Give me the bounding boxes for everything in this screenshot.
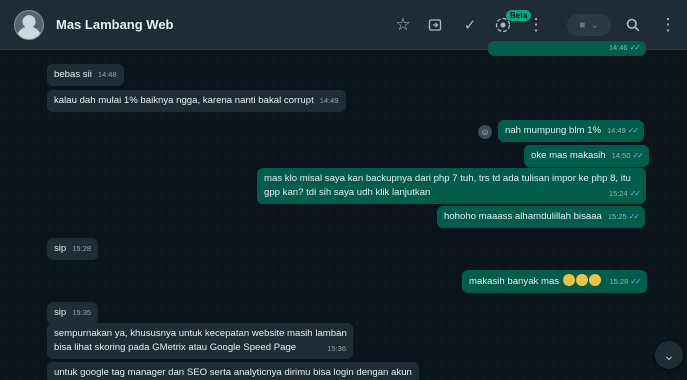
message-time: 15:36 [327,344,346,353]
read-ticks-icon: ✓✓ [629,189,641,198]
message-bubble[interactable]: makasih banyak mas 15:28 ✓✓ [462,270,647,293]
message-text: makasih banyak mas [469,276,560,287]
read-ticks-icon: ✓✓ [632,151,643,160]
message-bubble[interactable]: hohoho maaass alhamdulillah bisaaa 15:25 ✓… [437,206,646,228]
message-bubble[interactable]: sempurnakan ya, khususnya untuk kecepata… [47,323,353,359]
message-time: 15:35 [72,308,92,317]
message-bubble[interactable]: oke mas makasih 14:50 ✓✓ [524,145,649,167]
message-time: 14:46 [608,43,628,52]
video-call-icon: ■ [579,19,586,31]
message-time: 15:24 [608,189,628,198]
message-text: nah mumpung blm 1% [505,125,601,136]
grinning-emoji-icon [588,274,601,286]
message-text-line: mas klo misal saya kan backupnya dari ph… [264,173,631,184]
message-time: 14:50 [611,151,631,160]
grinning-emoji-icon [562,274,575,286]
message-text: sip [54,243,67,254]
message-time: 14:49 [319,96,339,105]
kebab-icon[interactable]: ⋮ [660,15,677,35]
message-bubble[interactable]: sip 15:35 [47,302,99,324]
read-ticks-icon: ✓✓ [628,212,640,221]
video-call-button[interactable]: ■ ⌄ [567,14,611,36]
message-meta: 15:24 ✓✓ [608,187,641,201]
message-bubble[interactable]: mas klo misal saya kan backupnya dari ph… [257,168,646,204]
message-bubble[interactable]: kalau dah mulai 1% baiknya ngga, karena … [47,90,346,112]
message-text: hohoho maaass alhamdulillah bisaaa [444,211,602,222]
chevron-down-icon: ⌄ [590,19,599,31]
read-ticks-icon: ✓✓ [627,126,639,135]
message-text: bebas sii [54,69,92,80]
message-list[interactable]: 14:46 ✓✓ bebas sii 14:48 kalau dah mulai 1… [0,41,687,380]
message-time: 15:28 [72,244,92,253]
check-icon[interactable]: ✓ [461,16,479,34]
avatar[interactable] [14,9,44,40]
read-ticks-icon: ✓✓ [630,277,641,286]
kebab-icon-wrap: ⋮ [660,0,677,50]
message-bubble[interactable]: bebas sii 14:48 [47,64,124,86]
grinning-emoji-icon [575,274,588,286]
star-icon[interactable]: ☆ [393,15,413,35]
message-text: untuk google tag manager dan SEO serta a… [54,367,412,378]
message-text-line: bisa lihat skoring pada GMetrix atau Goo… [54,342,297,353]
forward-icon[interactable] [426,18,444,32]
message-bubble[interactable]: sip 15:28 [47,238,99,260]
message-text-line: sempurnakan ya, khususnya untuk kecepata… [54,328,347,339]
menu-icon[interactable]: ⋮ [528,15,545,35]
scroll-down-button[interactable]: ⌄ [655,341,683,369]
check-icon-wrap: ✓ [461,0,479,50]
message-text: sip [54,307,67,318]
message-time: 14:49 [607,126,626,135]
message-bubble[interactable]: 14:46 ✓✓ [488,41,646,56]
contact-name[interactable]: Mas Lambang Web [56,17,174,32]
message-text: kalau dah mulai 1% baiknya ngga, karena … [54,95,314,106]
message-bubble[interactable]: untuk google tag manager dan SEO serta a… [47,362,419,380]
message-time: 15:28 [609,277,629,286]
message-text: oke mas makasih [531,150,606,161]
message-text-line: gpp kan? tdi sih saya udh klik lanjutkan [264,187,431,198]
message-bubble[interactable]: nah mumpung blm 1% 14:49 ✓✓ [498,120,645,142]
chevron-down-icon: ⌄ [663,346,675,363]
forward-icon-wrap [426,0,444,50]
header-icons: ☆ [393,0,413,50]
message-time: 15:25 [607,212,627,221]
message-time: 14:48 [97,70,117,79]
reaction-emoji-icon[interactable]: ☺ [478,125,492,139]
search-icon[interactable] [624,18,642,32]
read-ticks-icon: ✓✓ [629,43,641,52]
